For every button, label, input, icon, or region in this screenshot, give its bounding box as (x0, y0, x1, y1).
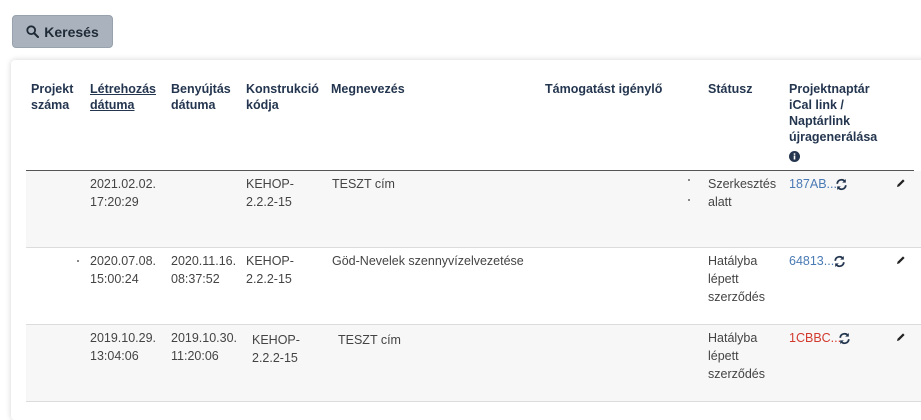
status-cell: Hatályba lépett szerződés (708, 254, 765, 304)
separator-dot (688, 199, 690, 201)
header-konstrukcio-kodja[interactable]: Konstrukció kódja (246, 81, 319, 113)
benyujtas-cell: 2019.10.30. 11:20:06 (171, 331, 238, 363)
ical-link[interactable]: 187AB... (789, 175, 837, 193)
search-button-label: Keresés (44, 23, 99, 40)
status-cell: Hatályba lépett szerződés (708, 331, 765, 381)
letrehozas-cell: 2020.07.08. 15:00:24 (90, 254, 157, 286)
search-icon (26, 25, 40, 38)
benyujtas-cell: 2020.11.16. 08:37:52 (171, 254, 237, 286)
megnevezes-cell: TESZT cím (332, 177, 395, 191)
header-letrehozas-datuma[interactable]: Létrehozás dátuma (90, 81, 156, 113)
header-projektnaptar[interactable]: Projektnaptár iCal link / Naptárlink újr… (789, 81, 877, 145)
header-benyujtas-datuma[interactable]: Benyújtás dátuma (171, 81, 231, 113)
header-tamogatast-igenylo[interactable]: Támogatást igénylő (545, 81, 662, 97)
status-cell: Szerkesztés alatt (708, 177, 777, 209)
konstrukcio-cell: KEHOP- 2.2.2-15 (252, 333, 300, 365)
letrehozas-cell: 2021.02.02. 17:20:29 (90, 177, 157, 209)
edit-icon[interactable] (896, 255, 906, 265)
refresh-icon[interactable] (838, 332, 851, 345)
konstrukcio-cell: KEHOP- 2.2.2-15 (246, 177, 294, 209)
letrehozas-cell: 2019.10.29. 13:04:06 (90, 331, 157, 363)
ical-link[interactable]: 1CBBC... (789, 329, 841, 347)
separator-dot (688, 179, 690, 181)
table-row[interactable]: 2020.07.08. 15:00:24 2020.11.16. 08:37:52 … (26, 248, 921, 325)
header-statusz[interactable]: Státusz (708, 81, 752, 97)
header-megnevezes[interactable]: Megnevezés (331, 81, 405, 97)
megnevezes-cell: Göd-Nevelek szennyvízelvezetése (332, 254, 524, 268)
edit-icon[interactable] (896, 178, 906, 188)
refresh-icon[interactable] (835, 178, 848, 191)
search-button[interactable]: Keresés (12, 15, 113, 48)
info-icon[interactable] (789, 151, 800, 162)
table-row[interactable]: 2019.10.29. 13:04:06 2019.10.30. 11:20:06 … (26, 325, 921, 402)
separator-dot (77, 260, 79, 262)
konstrukcio-cell: KEHOP- 2.2.2-15 (246, 254, 294, 286)
megnevezes-cell: TESZT cím (338, 333, 401, 347)
ical-link[interactable]: 64813... (789, 252, 834, 270)
table-row[interactable]: 2021.02.02. 17:20:29 KEHOP- 2.2.2-15 TESZT… (26, 171, 921, 248)
refresh-icon[interactable] (833, 255, 846, 268)
edit-icon[interactable] (896, 332, 906, 342)
header-projekt-szama[interactable]: Projekt száma (31, 81, 73, 113)
